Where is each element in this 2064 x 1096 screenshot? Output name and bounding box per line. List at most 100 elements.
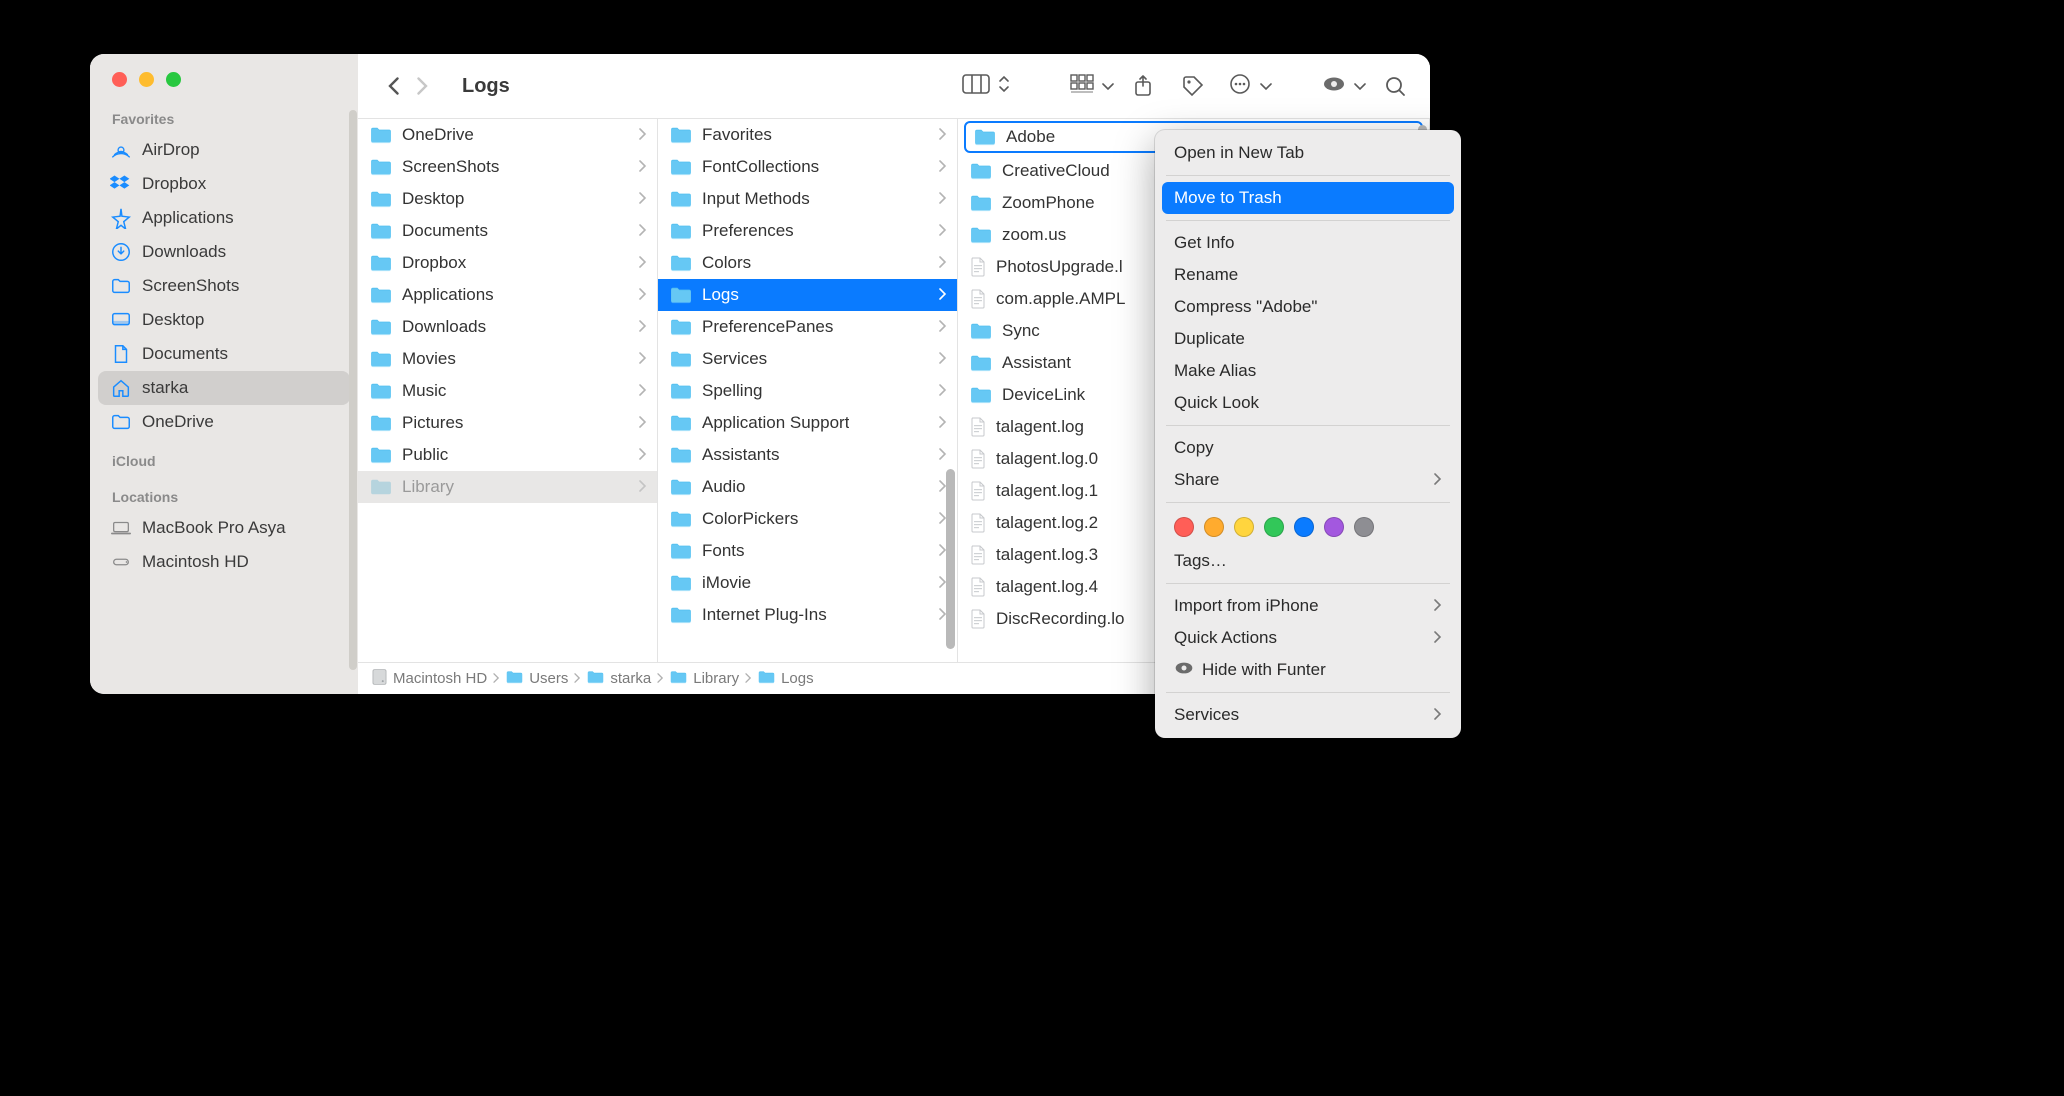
sidebar-item-macbook-pro-asya[interactable]: MacBook Pro Asya	[98, 511, 350, 545]
desktop-icon	[110, 309, 132, 331]
tag-dot[interactable]	[1264, 517, 1284, 537]
chevron-right-icon	[657, 672, 664, 686]
list-item[interactable]: Services	[658, 343, 957, 375]
folder-icon	[670, 158, 692, 176]
sidebar-item-screenshots[interactable]: ScreenShots	[98, 269, 350, 303]
list-item[interactable]: ColorPickers	[658, 503, 957, 535]
view-switcher[interactable]	[962, 74, 1010, 99]
list-item[interactable]: Assistants	[658, 439, 957, 471]
sidebar-item-onedrive[interactable]: OneDrive	[98, 405, 350, 439]
list-item[interactable]: iMovie	[658, 567, 957, 599]
funter-button[interactable]	[1322, 72, 1366, 101]
chevron-right-icon	[639, 192, 647, 207]
menu-item-make-alias[interactable]: Make Alias	[1162, 355, 1454, 387]
chevron-right-icon	[639, 128, 647, 143]
item-label: Input Methods	[702, 189, 810, 209]
menu-item-quick-look[interactable]: Quick Look	[1162, 387, 1454, 419]
list-item[interactable]: Pictures	[358, 407, 657, 439]
file-icon	[970, 257, 986, 277]
chevron-right-icon	[639, 384, 647, 399]
sidebar-item-applications[interactable]: Applications	[98, 201, 350, 235]
list-item[interactable]: Applications	[358, 279, 657, 311]
list-item[interactable]: Preferences	[658, 215, 957, 247]
list-item[interactable]: Downloads	[358, 311, 657, 343]
list-item[interactable]: Movies	[358, 343, 657, 375]
menu-item-services[interactable]: Services	[1162, 699, 1454, 731]
folder-icon	[670, 126, 692, 144]
sidebar-item-desktop[interactable]: Desktop	[98, 303, 350, 337]
list-item[interactable]: Audio	[658, 471, 957, 503]
folder-icon	[110, 275, 132, 297]
sidebar-item-downloads[interactable]: Downloads	[98, 235, 350, 269]
sidebar-item-dropbox[interactable]: Dropbox	[98, 167, 350, 201]
menu-item-get-info[interactable]: Get Info	[1162, 227, 1454, 259]
menu-item-copy[interactable]: Copy	[1162, 432, 1454, 464]
tags-button[interactable]	[1172, 66, 1214, 106]
menu-item-rename[interactable]: Rename	[1162, 259, 1454, 291]
item-label: Adobe	[1006, 127, 1055, 147]
list-item[interactable]: Input Methods	[658, 183, 957, 215]
sidebar-item-airdrop[interactable]: AirDrop	[98, 133, 350, 167]
list-item[interactable]: Spelling	[658, 375, 957, 407]
laptop-icon	[110, 517, 132, 539]
menu-item-tags[interactable]: Tags…	[1162, 545, 1454, 577]
search-button[interactable]	[1374, 66, 1416, 106]
sidebar-item-documents[interactable]: Documents	[98, 337, 350, 371]
sidebar-scrollbar[interactable]	[349, 110, 357, 670]
close-button[interactable]	[112, 72, 127, 87]
list-item[interactable]: Fonts	[658, 535, 957, 567]
menu-item-import-from-iphone[interactable]: Import from iPhone	[1162, 590, 1454, 622]
list-item[interactable]: Dropbox	[358, 247, 657, 279]
sidebar-item-macintosh-hd[interactable]: Macintosh HD	[98, 545, 350, 579]
folder-icon	[670, 254, 692, 272]
menu-item-quick-actions[interactable]: Quick Actions	[1162, 622, 1454, 654]
menu-item-label: Services	[1174, 705, 1239, 725]
chevron-down-icon	[1260, 76, 1272, 96]
list-item[interactable]: Favorites	[658, 119, 957, 151]
path-segment[interactable]: Library	[693, 670, 739, 687]
menu-item-open-in-new-tab[interactable]: Open in New Tab	[1162, 137, 1454, 169]
list-item[interactable]: Music	[358, 375, 657, 407]
path-segment[interactable]: Macintosh HD	[393, 670, 487, 687]
tag-dot[interactable]	[1294, 517, 1314, 537]
scrollbar-thumb[interactable]	[946, 469, 955, 649]
sidebar-item-starka[interactable]: starka	[98, 371, 350, 405]
list-item[interactable]: FontCollections	[658, 151, 957, 183]
list-item[interactable]: Logs	[658, 279, 957, 311]
list-item[interactable]: Documents	[358, 215, 657, 247]
share-button[interactable]	[1122, 66, 1164, 106]
hd-icon	[372, 668, 387, 690]
menu-item-duplicate[interactable]: Duplicate	[1162, 323, 1454, 355]
list-item[interactable]: PreferencePanes	[658, 311, 957, 343]
minimize-button[interactable]	[139, 72, 154, 87]
list-item[interactable]: OneDrive	[358, 119, 657, 151]
folder-icon	[974, 128, 996, 146]
tag-dot[interactable]	[1324, 517, 1344, 537]
path-segment[interactable]: starka	[610, 670, 651, 687]
tag-dot[interactable]	[1204, 517, 1224, 537]
column-1: FavoritesFontCollections Input Methods Pre…	[658, 119, 958, 662]
zoom-button[interactable]	[166, 72, 181, 87]
tag-dot[interactable]	[1354, 517, 1374, 537]
list-item[interactable]: Internet Plug-Ins	[658, 599, 957, 631]
menu-item-label: Import from iPhone	[1174, 596, 1319, 616]
menu-item-move-to-trash[interactable]: Move to Trash	[1162, 182, 1454, 214]
list-item[interactable]: ScreenShots	[358, 151, 657, 183]
window-controls[interactable]	[90, 54, 358, 97]
menu-item-share[interactable]: Share	[1162, 464, 1454, 496]
menu-item-hide-with-funter[interactable]: Hide with Funter	[1162, 654, 1454, 686]
list-item[interactable]: Desktop	[358, 183, 657, 215]
actions-button[interactable]	[1228, 72, 1272, 101]
group-by-button[interactable]	[1070, 74, 1114, 99]
forward-button[interactable]	[408, 71, 438, 101]
list-item[interactable]: Public	[358, 439, 657, 471]
path-segment[interactable]: Users	[529, 670, 568, 687]
list-item[interactable]: Application Support	[658, 407, 957, 439]
list-item[interactable]: Colors	[658, 247, 957, 279]
tag-dot[interactable]	[1234, 517, 1254, 537]
list-item[interactable]: Library	[358, 471, 657, 503]
tag-dot[interactable]	[1174, 517, 1194, 537]
menu-item-compress-adobe[interactable]: Compress "Adobe"	[1162, 291, 1454, 323]
back-button[interactable]	[378, 71, 408, 101]
path-segment[interactable]: Logs	[781, 670, 814, 687]
